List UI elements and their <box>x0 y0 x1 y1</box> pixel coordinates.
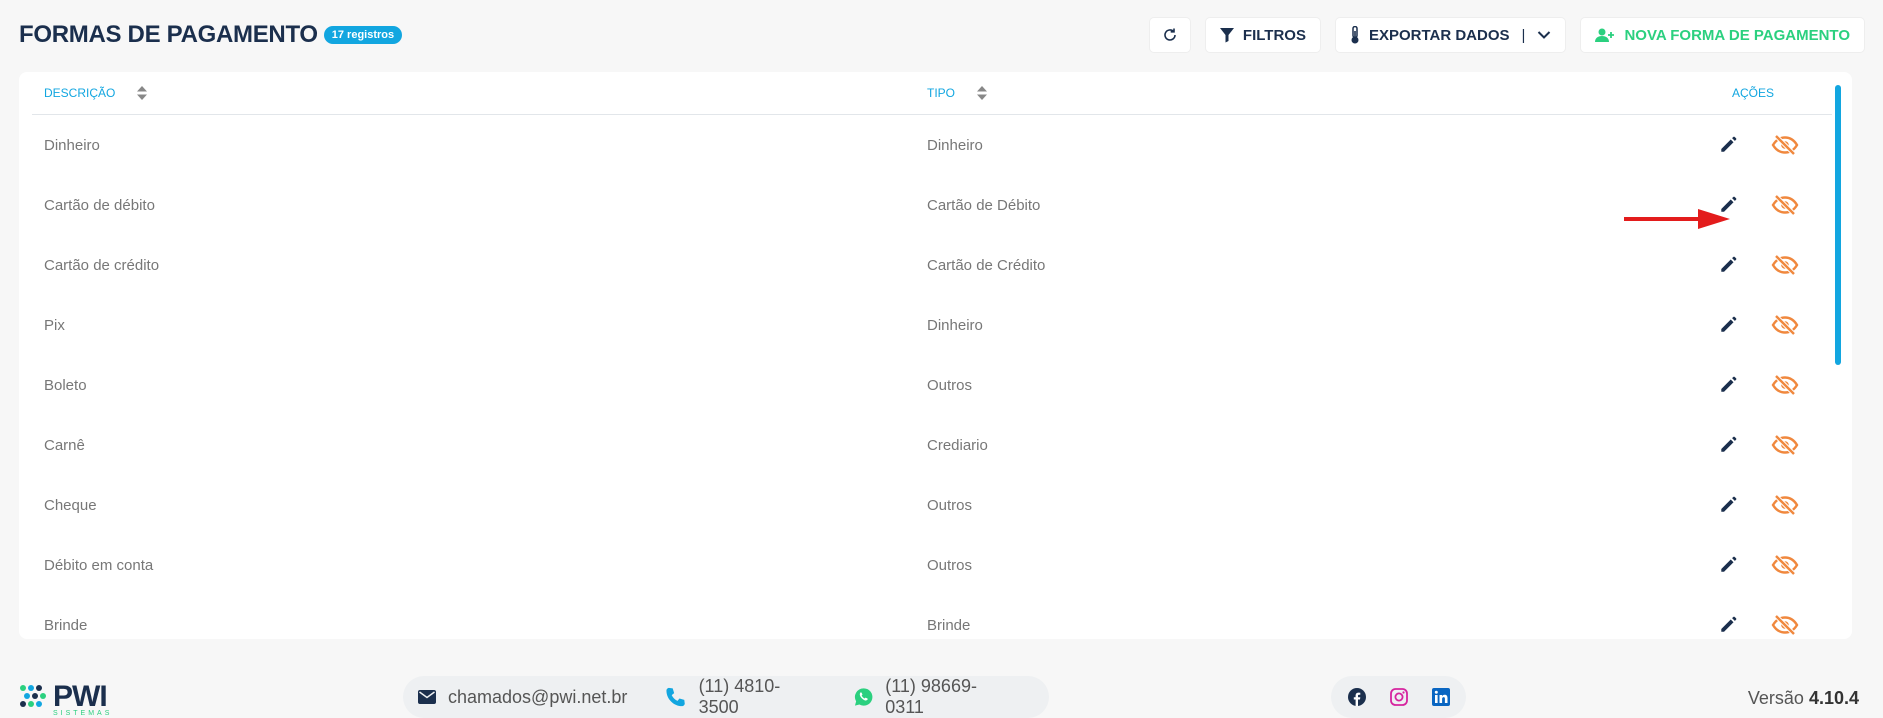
new-payment-method-label: NOVA FORMA DE PAGAMENTO <box>1624 26 1850 44</box>
pencil-icon[interactable] <box>1718 313 1740 335</box>
table-row: Dinheiro Dinheiro <box>32 115 1832 175</box>
export-separator: | <box>1521 26 1526 44</box>
export-data-button[interactable]: EXPORTAR DADOS | <box>1335 18 1566 52</box>
phone-contact[interactable]: (11) 4810-3500 <box>665 676 816 718</box>
eye-slash-icon[interactable] <box>1771 133 1799 157</box>
table-row: Débito em conta Outros <box>32 535 1832 595</box>
cell-type: Crediario <box>927 437 988 454</box>
logo-text: PWI <box>53 680 108 713</box>
cell-description: Débito em conta <box>44 557 154 574</box>
cell-type: Dinheiro <box>927 317 983 334</box>
cell-description: Cheque <box>44 497 97 514</box>
email-text: chamados@pwi.net.br <box>448 686 628 707</box>
app-version: Versão 4.10.4 <box>1748 688 1859 709</box>
version-number: 4.10.4 <box>1808 688 1859 708</box>
version-label: Versão <box>1747 688 1804 708</box>
pencil-icon[interactable] <box>1718 133 1740 155</box>
cell-type: Cartão de Crédito <box>927 257 1046 274</box>
pencil-icon[interactable] <box>1718 493 1740 515</box>
pencil-icon[interactable] <box>1718 553 1740 575</box>
eye-slash-icon[interactable] <box>1771 553 1799 577</box>
eye-slash-icon[interactable] <box>1771 193 1799 217</box>
cell-type: Outros <box>927 497 973 514</box>
linkedin-icon[interactable] <box>1431 688 1450 706</box>
cell-type: Outros <box>927 557 973 574</box>
new-payment-method-button[interactable]: NOVA FORMA DE PAGAMENTO <box>1581 18 1864 52</box>
whatsapp-text: (11) 98669-0311 <box>885 676 977 717</box>
table-row: Brinde Brinde <box>32 595 1832 639</box>
cell-type: Cartão de Débito <box>927 197 1041 214</box>
cell-type: Dinheiro <box>927 137 983 154</box>
table-row: Cartão de crédito Cartão de Crédito <box>32 235 1832 295</box>
cell-description: Pix <box>44 317 65 334</box>
pencil-icon[interactable] <box>1718 253 1740 275</box>
eye-slash-icon[interactable] <box>1771 253 1799 277</box>
cell-description: Cartão de débito <box>44 197 155 214</box>
column-description-label: DESCRIÇÃO <box>44 86 116 100</box>
pencil-icon[interactable] <box>1718 613 1740 635</box>
whatsapp-contact[interactable]: (11) 98669-0311 <box>854 676 1011 718</box>
eye-slash-icon[interactable] <box>1771 433 1799 457</box>
footer: PWI SISTEMAS chamados@pwi.net.br (11) 48… <box>0 666 1883 718</box>
cell-description: Brinde <box>44 617 88 634</box>
phone-icon <box>666 687 686 707</box>
table-row: Cheque Outros <box>32 475 1832 535</box>
column-header-actions: AÇÕES <box>1732 86 1774 100</box>
filter-icon <box>1219 28 1234 43</box>
table-row: Cartão de débito Cartão de Débito <box>32 175 1832 235</box>
sort-icon[interactable] <box>977 86 988 100</box>
page-header: FORMAS DE PAGAMENTO 17 registros FILTROS… <box>0 0 1883 70</box>
toolbar: FILTROS EXPORTAR DADOS | NOVA FORMA DE P… <box>1149 18 1864 52</box>
cell-type: Brinde <box>927 617 971 634</box>
phone-text: (11) 4810-3500 <box>698 676 781 717</box>
cell-description: Dinheiro <box>44 137 100 154</box>
chevron-down-icon[interactable] <box>1537 30 1551 40</box>
logo-subtext: SISTEMAS <box>53 710 113 717</box>
column-type-label: TIPO <box>927 86 956 100</box>
email-contact[interactable]: chamados@pwi.net.br <box>418 687 627 708</box>
table-row: Carnê Crediario <box>32 415 1832 475</box>
column-header-type[interactable]: TIPO <box>927 86 988 100</box>
user-plus-icon <box>1595 28 1615 42</box>
column-header-description[interactable]: DESCRIÇÃO <box>44 86 148 100</box>
whatsapp-icon <box>854 688 873 706</box>
contact-bar: chamados@pwi.net.br (11) 4810-3500 (11) … <box>403 676 1049 718</box>
eye-slash-icon[interactable] <box>1771 313 1799 337</box>
pencil-icon[interactable] <box>1718 433 1740 455</box>
record-count-badge: 17 registros <box>323 26 403 44</box>
export-label: EXPORTAR DADOS <box>1368 26 1510 44</box>
refresh-icon <box>1164 28 1176 41</box>
eye-slash-icon[interactable] <box>1771 373 1799 397</box>
envelope-icon <box>418 690 436 704</box>
table-row: Pix Dinheiro <box>32 295 1832 355</box>
thermometer-icon <box>1351 26 1359 44</box>
sort-icon[interactable] <box>137 86 148 100</box>
table-scrollbar[interactable] <box>1835 85 1841 365</box>
cell-description: Cartão de crédito <box>44 257 160 274</box>
pwi-logo: PWI SISTEMAS <box>19 680 109 717</box>
filters-button[interactable]: FILTROS <box>1205 18 1320 52</box>
payment-methods-table: DESCRIÇÃO TIPO AÇÕES Dinheiro Dinheiro C… <box>19 72 1852 639</box>
column-actions-label: AÇÕES <box>1732 86 1775 100</box>
refresh-button[interactable] <box>1149 18 1190 52</box>
cell-type: Outros <box>927 377 973 394</box>
eye-slash-icon[interactable] <box>1771 613 1799 637</box>
facebook-icon[interactable] <box>1347 688 1366 706</box>
table-header: DESCRIÇÃO TIPO AÇÕES <box>32 72 1832 115</box>
instagram-icon[interactable] <box>1389 688 1408 706</box>
pwi-logo-mark-icon <box>20 685 46 707</box>
social-links <box>1331 676 1466 718</box>
red-arrow-annotation-icon <box>1624 209 1730 229</box>
cell-description: Carnê <box>44 437 85 454</box>
pencil-icon[interactable] <box>1718 373 1740 395</box>
table-row: Boleto Outros <box>32 355 1832 415</box>
cell-description: Boleto <box>44 377 87 394</box>
eye-slash-icon[interactable] <box>1771 493 1799 517</box>
page-title: FORMAS DE PAGAMENTO <box>19 21 318 48</box>
filters-label: FILTROS <box>1242 26 1306 44</box>
